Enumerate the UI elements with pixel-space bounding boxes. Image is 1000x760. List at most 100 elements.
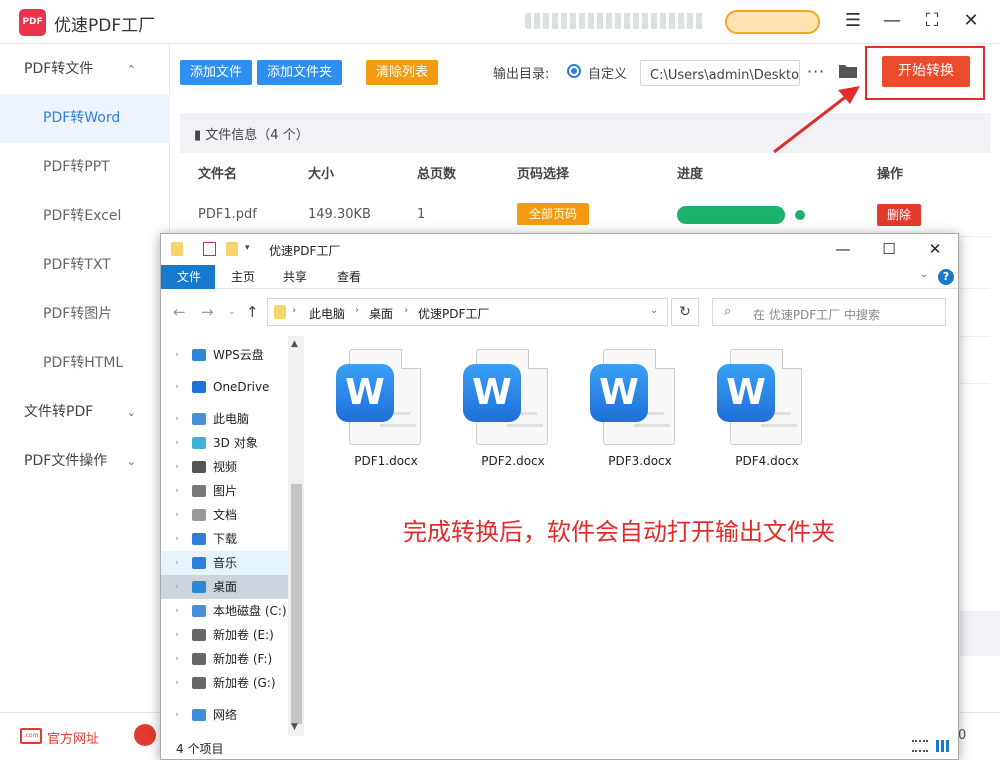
breadcrumb-this-pc[interactable]: 此电脑 [309, 305, 345, 322]
expand-chevron-icon[interactable]: › [175, 527, 179, 551]
help-icon[interactable]: ? [938, 269, 954, 285]
expand-chevron-icon[interactable]: › [175, 575, 179, 599]
breadcrumb-desktop[interactable]: 桌面 [369, 305, 393, 322]
qq-icon[interactable] [134, 724, 156, 746]
drive-icon [192, 629, 206, 641]
minimize-icon[interactable]: — [833, 240, 853, 260]
sidebar-item-pdf-to-word[interactable]: PDF转Word [0, 94, 170, 143]
custom-radio[interactable] [567, 64, 581, 78]
expand-chevron-icon[interactable]: › [175, 671, 179, 695]
tree-item[interactable]: › 音乐 [161, 551, 288, 575]
scroll-up-icon[interactable]: ▲ [291, 339, 298, 349]
tree-item[interactable]: › 新加卷 (F:) [161, 647, 288, 671]
expand-chevron-icon[interactable]: › [175, 431, 179, 455]
tree-item[interactable]: › WPS云盘 [161, 343, 288, 367]
tree-item[interactable]: › OneDrive [161, 375, 288, 399]
sidebar-group-file-to-pdf[interactable]: 文件转PDF ⌄ [0, 388, 170, 437]
new-folder-icon[interactable] [226, 242, 238, 256]
file-item[interactable]: W PDF1.docx [336, 346, 446, 476]
expand-chevron-icon[interactable]: › [175, 503, 179, 527]
properties-icon[interactable] [203, 242, 216, 256]
file-item[interactable]: W PDF3.docx [590, 346, 700, 476]
tree-item[interactable]: › 文档 [161, 503, 288, 527]
file-item[interactable]: W PDF4.docx [717, 346, 827, 476]
tree-item[interactable]: › 新加卷 (G:) [161, 671, 288, 695]
up-icon[interactable]: ↑ [246, 303, 259, 321]
sidebar-group-pdf-operations[interactable]: PDF文件操作 ⌄ [0, 437, 170, 486]
sidebar-item-pdf-to-html[interactable]: PDF转HTML [0, 339, 170, 388]
sidebar-group-pdf-to-file[interactable]: PDF转文件 ⌃ [0, 45, 170, 94]
expand-chevron-icon[interactable]: › [175, 455, 179, 479]
tree-item[interactable]: › 视频 [161, 455, 288, 479]
official-site-link[interactable]: 官方网址 [47, 728, 99, 747]
forward-icon[interactable]: → [201, 303, 214, 321]
folder-icon[interactable] [838, 62, 858, 79]
expand-chevron-icon[interactable]: › [175, 479, 179, 503]
expand-chevron-icon[interactable]: › [175, 599, 179, 623]
quick-access-chevron-icon[interactable]: ▾ [245, 243, 250, 253]
sidebar-item-pdf-to-ppt[interactable]: PDF转PPT [0, 143, 170, 192]
expand-chevron-icon[interactable]: › [175, 623, 179, 647]
promo-banner[interactable] [525, 13, 705, 29]
more-icon[interactable]: ··· [807, 62, 825, 81]
progress-fill [677, 206, 785, 224]
custom-radio-label[interactable]: 自定义 [588, 63, 627, 82]
minimize-icon[interactable]: — [881, 10, 903, 32]
file-name: PDF1.docx [354, 454, 418, 468]
expand-chevron-icon[interactable]: › [175, 343, 179, 367]
refresh-icon[interactable]: ↻ [671, 298, 699, 326]
breadcrumb-folder[interactable]: 优速PDF工厂 [418, 305, 489, 322]
expand-chevron-icon[interactable]: › [175, 375, 179, 399]
page-fold [401, 349, 421, 369]
tab-view[interactable]: 查看 [337, 265, 361, 289]
tree-item[interactable]: › 3D 对象 [161, 431, 288, 455]
delete-button[interactable]: 删除 [877, 204, 921, 226]
search-input[interactable]: 在 优速PDF工厂 中搜索 [712, 298, 946, 326]
tab-share[interactable]: 共享 [283, 265, 307, 289]
file-item[interactable]: W PDF2.docx [463, 346, 573, 476]
start-convert-button[interactable]: 开始转换 [882, 56, 970, 87]
add-file-button[interactable]: 添加文件 [180, 60, 252, 85]
drive-icon [192, 605, 206, 617]
expand-chevron-icon[interactable]: › [175, 551, 179, 575]
tree-item[interactable]: › 下载 [161, 527, 288, 551]
file-size-cell: 149.30KB [308, 207, 371, 222]
maximize-icon[interactable]: ☐ [879, 240, 899, 260]
tree-item-label: WPS云盘 [213, 348, 264, 362]
tab-file-label[interactable]: 文件 [177, 265, 201, 289]
details-view-icon[interactable] [912, 740, 928, 752]
sidebar-item-pdf-to-excel[interactable]: PDF转Excel [0, 192, 170, 241]
panel-footer [960, 611, 1000, 656]
recent-chevron-icon[interactable]: ⌄ [228, 307, 236, 317]
close-icon[interactable]: ✕ [925, 240, 945, 260]
address-dropdown-icon[interactable]: ⌄ [650, 305, 658, 316]
page-select-button[interactable]: 全部页码 [517, 203, 589, 225]
tree-scroll-thumb[interactable] [291, 484, 302, 724]
sidebar-item-pdf-to-image[interactable]: PDF转图片 [0, 290, 170, 339]
clear-list-button[interactable]: 清除列表 [366, 60, 438, 85]
expand-chevron-icon[interactable]: › [175, 407, 179, 431]
tree-item-label: 下载 [213, 532, 238, 546]
sidebar-group-label: PDF转文件 [24, 61, 94, 77]
menu-icon[interactable]: ☰ [842, 10, 864, 32]
close-icon[interactable]: ✕ [960, 10, 982, 32]
scroll-down-icon[interactable]: ▼ [291, 722, 298, 732]
expand-chevron-icon[interactable]: › [175, 703, 179, 727]
tree-item[interactable]: › 图片 [161, 479, 288, 503]
tree-item[interactable]: › 网络 [161, 703, 288, 727]
tree-item[interactable]: › 桌面 [161, 575, 288, 599]
expand-chevron-icon[interactable]: › [175, 647, 179, 671]
icons-view-icon[interactable] [936, 740, 950, 752]
tab-home[interactable]: 主页 [231, 265, 255, 289]
expand-ribbon-icon[interactable]: ⌄ [920, 269, 928, 280]
sidebar-item-pdf-to-txt[interactable]: PDF转TXT [0, 241, 170, 290]
add-folder-button[interactable]: 添加文件夹 [257, 60, 342, 85]
promo-button[interactable] [725, 10, 820, 34]
tree-item-label: 视频 [213, 460, 238, 474]
tree-item[interactable]: › 此电脑 [161, 407, 288, 431]
tree-item[interactable]: › 本地磁盘 (C:) [161, 599, 288, 623]
back-icon[interactable]: ← [173, 303, 186, 321]
maximize-icon[interactable]: ⛶ [921, 10, 943, 32]
tree-item[interactable]: › 新加卷 (E:) [161, 623, 288, 647]
website-icon[interactable]: .com [20, 728, 42, 744]
